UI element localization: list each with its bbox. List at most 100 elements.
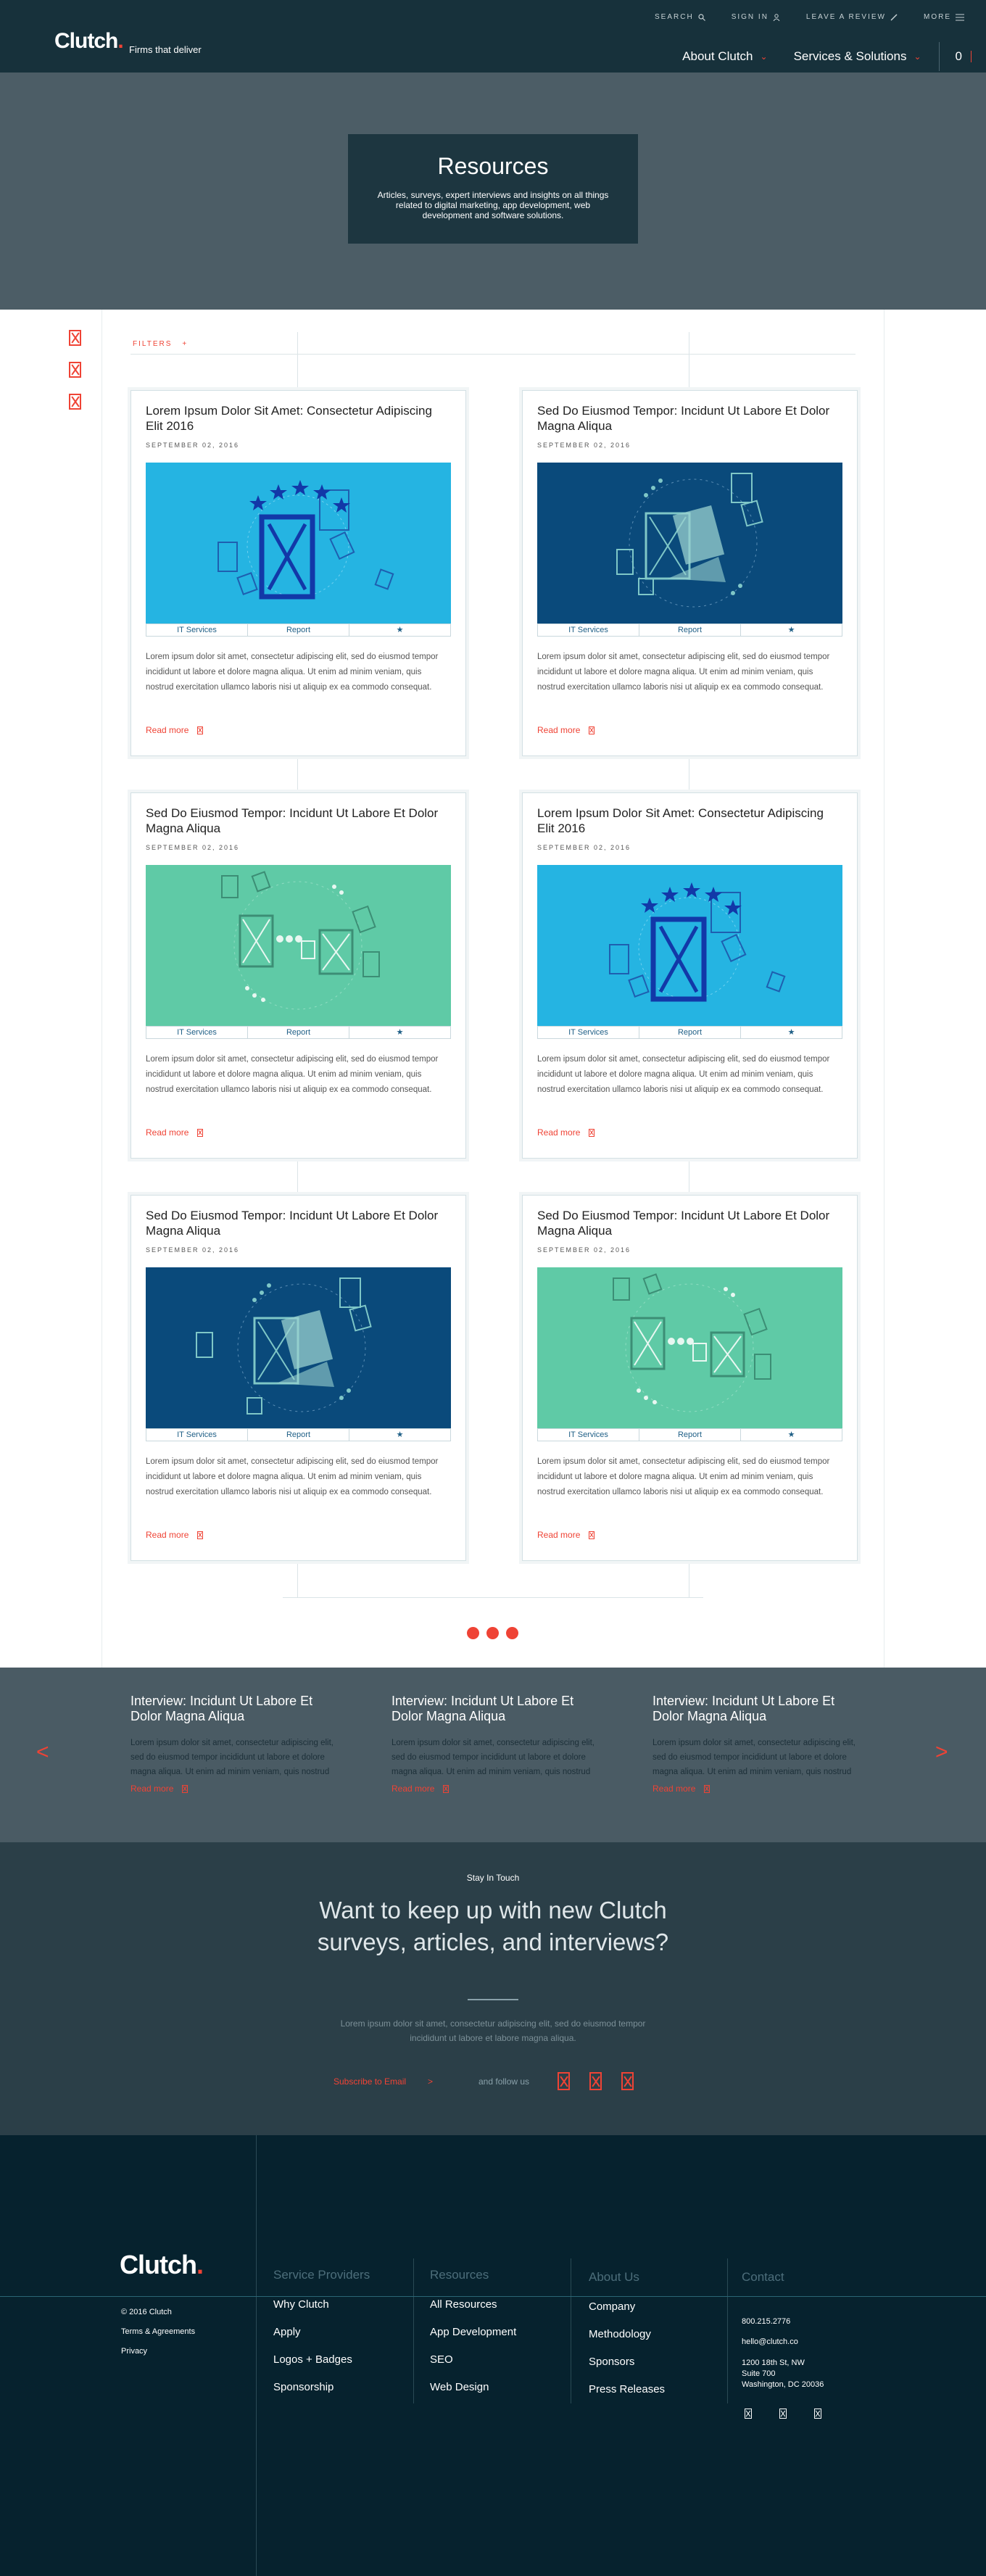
social-icon[interactable] [814, 2409, 821, 2419]
social-icon[interactable] [745, 2409, 752, 2419]
star-icon[interactable]: ★ [741, 1429, 842, 1441]
footer-link[interactable]: Web Design [430, 2381, 516, 2393]
tag-type[interactable]: Report [639, 1027, 741, 1038]
read-more-link[interactable]: Read more [537, 1127, 595, 1138]
social-icon[interactable] [558, 2072, 570, 2090]
tag-category[interactable]: IT Services [146, 1429, 248, 1441]
tag-category[interactable]: IT Services [538, 1027, 639, 1038]
read-more-link[interactable]: Read more [130, 1784, 188, 1794]
social-icon[interactable] [779, 2409, 787, 2419]
share-icon[interactable] [69, 362, 81, 378]
search-link[interactable]: SEARCH [655, 13, 705, 21]
terms-link[interactable]: Terms & Agreements [121, 2327, 195, 2336]
pager-dot[interactable] [467, 1627, 479, 1639]
tag-type[interactable]: Report [639, 1429, 741, 1441]
footer-link[interactable]: SEO [430, 2353, 516, 2366]
leave-review-link[interactable]: LEAVE A REVIEW [806, 13, 898, 21]
interview-item[interactable]: Interview: Incidunt Ut Labore Et Dolor M… [652, 1694, 859, 1795]
card-image[interactable] [537, 1267, 842, 1428]
card-title[interactable]: Sed Do Eiusmod Tempor: Incidunt Ut Labor… [537, 1208, 842, 1238]
footer-link[interactable]: Company [589, 2300, 665, 2313]
copyright: © 2016 Clutch [121, 2308, 172, 2316]
article-card[interactable]: Sed Do Eiusmod Tempor: Incidunt Ut Labor… [522, 1195, 858, 1561]
tag-category[interactable]: IT Services [538, 1429, 639, 1441]
article-card[interactable]: Lorem Ipsum Dolor Sit Amet: Consectetur … [130, 390, 466, 756]
share-icon[interactable] [69, 394, 81, 410]
read-more-link[interactable]: Read more [146, 725, 204, 735]
interview-title[interactable]: Interview: Incidunt Ut Labore Et Dolor M… [130, 1694, 337, 1724]
nav-about-clutch[interactable]: About Clutch ⌄ [682, 49, 767, 64]
tag-category[interactable]: IT Services [146, 624, 248, 636]
card-image[interactable] [146, 865, 451, 1026]
carousel-next-button[interactable]: > [935, 1740, 948, 1765]
interview-title[interactable]: Interview: Incidunt Ut Labore Et Dolor M… [392, 1694, 598, 1724]
load-more-dots[interactable] [467, 1627, 518, 1639]
privacy-link[interactable]: Privacy [121, 2347, 147, 2356]
star-icon[interactable]: ★ [741, 624, 842, 636]
card-title[interactable]: Lorem Ipsum Dolor Sit Amet: Consectetur … [146, 403, 450, 434]
footer-link[interactable]: Press Releases [589, 2383, 665, 2395]
read-more-link[interactable]: Read more [537, 725, 595, 735]
card-title[interactable]: Sed Do Eiusmod Tempor: Incidunt Ut Labor… [146, 805, 450, 836]
read-more-link[interactable]: Read more [146, 1127, 204, 1138]
interview-item[interactable]: Interview: Incidunt Ut Labore Et Dolor M… [130, 1694, 337, 1795]
contact-email[interactable]: hello@clutch.co [742, 2337, 798, 2348]
card-image[interactable] [146, 463, 451, 624]
tag-type[interactable]: Report [248, 624, 349, 636]
pager-dot[interactable] [486, 1627, 499, 1639]
read-more-link[interactable]: Read more [537, 1530, 595, 1540]
carousel-prev-button[interactable]: < [36, 1740, 49, 1765]
star-icon[interactable]: ★ [349, 1429, 450, 1441]
tag-type[interactable]: Report [248, 1429, 349, 1441]
card-title[interactable]: Sed Do Eiusmod Tempor: Incidunt Ut Labor… [537, 403, 842, 434]
footer-link[interactable]: Methodology [589, 2328, 665, 2340]
card-image[interactable] [537, 865, 842, 1026]
filters-toggle[interactable]: FILTERS + [133, 340, 188, 348]
footer-link[interactable]: App Development [430, 2326, 516, 2338]
tag-category[interactable]: IT Services [538, 624, 639, 636]
interview-item[interactable]: Interview: Incidunt Ut Labore Et Dolor M… [392, 1694, 598, 1795]
nav-services-solutions[interactable]: Services & Solutions ⌄ [794, 49, 921, 64]
divider [468, 1999, 518, 2000]
contact-phone[interactable]: 800.215.2776 [742, 2316, 790, 2327]
footer-link[interactable]: Sponsors [589, 2356, 665, 2368]
article-card[interactable]: Sed Do Eiusmod Tempor: Incidunt Ut Labor… [130, 792, 466, 1159]
share-icon[interactable] [69, 330, 81, 346]
star-icon[interactable]: ★ [741, 1027, 842, 1038]
read-more-link[interactable]: Read more [146, 1530, 204, 1540]
read-more-link[interactable]: Read more [652, 1784, 710, 1794]
star-icon[interactable]: ★ [349, 624, 450, 636]
footer-link[interactable]: Logos + Badges [273, 2353, 370, 2366]
section-heading: Want to keep up with new Clutch surveys,… [317, 1897, 669, 1955]
card-image[interactable] [146, 1267, 451, 1428]
divider [256, 2135, 257, 2576]
footer-link[interactable]: Why Clutch [273, 2298, 370, 2311]
star-icon[interactable]: ★ [349, 1027, 450, 1038]
clutch-logo[interactable]: Clutch. [54, 29, 124, 54]
card-title[interactable]: Sed Do Eiusmod Tempor: Incidunt Ut Labor… [146, 1208, 450, 1238]
read-more-link[interactable]: Read more [392, 1784, 450, 1794]
interview-title[interactable]: Interview: Incidunt Ut Labore Et Dolor M… [652, 1694, 859, 1724]
tag-type[interactable]: Report [639, 624, 741, 636]
cart-button[interactable]: 0 [938, 42, 972, 71]
share-sidebar [69, 330, 81, 410]
social-icon[interactable] [621, 2072, 634, 2090]
footer-link[interactable]: Apply [273, 2326, 370, 2338]
footer-link[interactable]: All Resources [430, 2298, 516, 2311]
tag-type[interactable]: Report [248, 1027, 349, 1038]
card-image[interactable] [537, 463, 842, 624]
sign-in-link[interactable]: SIGN IN [732, 13, 780, 21]
footer-col-service-providers: Service Providers Why Clutch Apply Logos… [273, 2268, 370, 2409]
footer-link[interactable]: Sponsorship [273, 2381, 370, 2393]
article-card[interactable]: Sed Do Eiusmod Tempor: Incidunt Ut Labor… [130, 1195, 466, 1561]
card-title[interactable]: Lorem Ipsum Dolor Sit Amet: Consectetur … [537, 805, 842, 836]
social-icon[interactable] [589, 2072, 602, 2090]
pager-dot[interactable] [506, 1627, 518, 1639]
more-link[interactable]: MORE [924, 13, 964, 21]
read-more-label: Read more [652, 1784, 696, 1794]
subscribe-email-link[interactable]: Subscribe to Email > [334, 2076, 433, 2087]
article-card[interactable]: Lorem Ipsum Dolor Sit Amet: Consectetur … [522, 792, 858, 1159]
article-card[interactable]: Sed Do Eiusmod Tempor: Incidunt Ut Labor… [522, 390, 858, 756]
footer-logo[interactable]: Clutch. [120, 2250, 204, 2280]
tag-category[interactable]: IT Services [146, 1027, 248, 1038]
